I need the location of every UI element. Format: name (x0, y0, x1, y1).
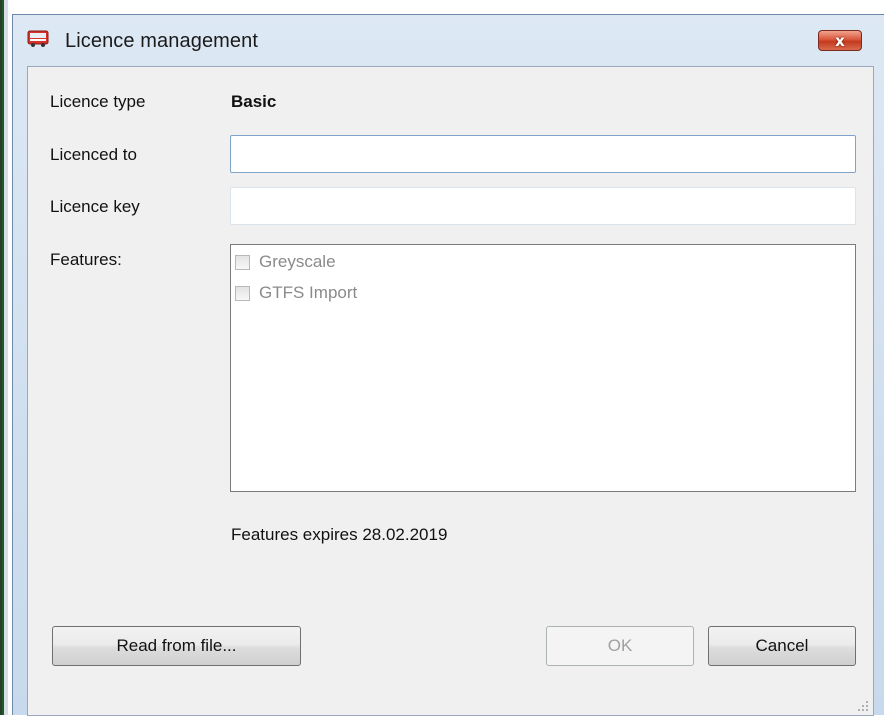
ok-button[interactable]: OK (546, 626, 694, 666)
features-label: Features: (50, 250, 122, 269)
cancel-button[interactable]: Cancel (708, 626, 856, 666)
gtfs-import-checkbox[interactable] (235, 285, 250, 301)
licence-type-label: Licence type (50, 92, 146, 111)
background-window-edge (0, 0, 8, 715)
dialog-body: Licence type Basic Licenced to Licence k… (27, 66, 874, 716)
licenced-to-label: Licenced to (50, 145, 137, 164)
licenced-to-input[interactable] (230, 135, 856, 173)
licence-type-value: Basic (231, 92, 277, 111)
window-title: Licence management (65, 30, 259, 52)
bus-icon (27, 30, 49, 48)
licence-management-dialog: Licence management x Licence type Basic … (12, 14, 884, 716)
read-from-file-button[interactable]: Read from file... (52, 626, 301, 666)
resize-grip-icon[interactable] (857, 699, 869, 711)
feature-label: GTFS Import (259, 283, 358, 302)
title-bar[interactable]: Licence management x (13, 15, 884, 61)
close-icon: x (835, 31, 845, 50)
feature-item-gtfs-import[interactable]: GTFS Import (235, 281, 357, 305)
features-checklist[interactable]: Greyscale GTFS Import (230, 244, 856, 492)
features-expiry-text: Features expires 28.02.2019 (231, 525, 448, 544)
feature-item-greyscale[interactable]: Greyscale (235, 250, 336, 274)
greyscale-checkbox[interactable] (235, 254, 250, 270)
close-button[interactable]: x (818, 30, 862, 51)
feature-label: Greyscale (259, 252, 336, 271)
licence-key-label: Licence key (50, 197, 140, 216)
licence-key-input[interactable] (230, 187, 856, 225)
